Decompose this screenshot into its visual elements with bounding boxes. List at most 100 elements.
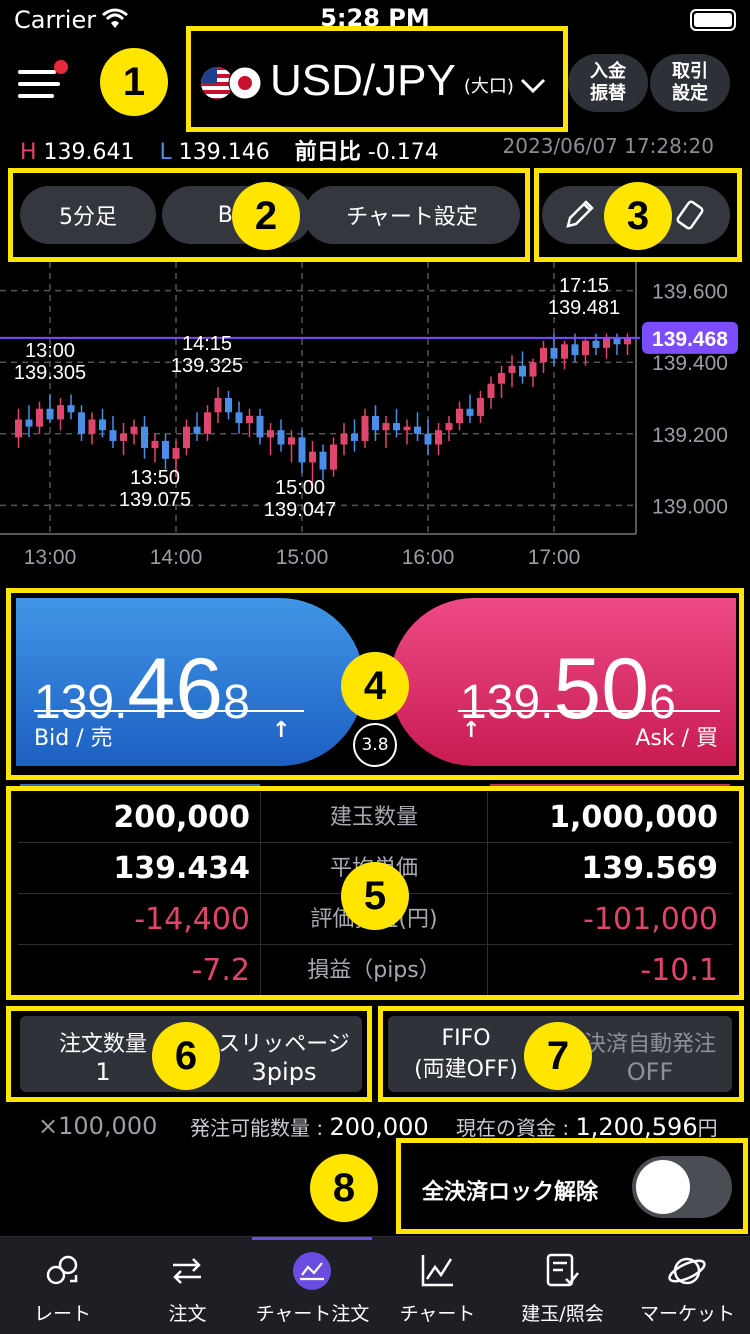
candle-body bbox=[78, 412, 85, 434]
candle-body bbox=[204, 412, 211, 434]
tab-rate[interactable]: レート bbox=[0, 1237, 125, 1334]
candle-body bbox=[498, 372, 505, 384]
candle-body bbox=[288, 437, 295, 445]
trade-settings-button[interactable]: 取引 設定 bbox=[650, 54, 730, 112]
candle-body bbox=[151, 440, 159, 449]
candle-body bbox=[298, 437, 306, 463]
annotation-label: 139.075 bbox=[119, 489, 191, 511]
current-price-label: 139.468 bbox=[652, 328, 728, 351]
candle-body bbox=[183, 426, 190, 449]
candle-body bbox=[193, 426, 201, 434]
candle-body bbox=[25, 419, 33, 427]
candle-body bbox=[162, 440, 169, 459]
chart-icon bbox=[421, 1255, 453, 1287]
y-tick-label: 139.400 bbox=[652, 352, 728, 375]
low-label: L bbox=[159, 140, 172, 165]
price-chart[interactable]: 13:00 14:00 15:00 16:00 17:00139.600139.4001… bbox=[0, 262, 750, 578]
annotation-label: 139.481 bbox=[548, 297, 620, 319]
candle-body bbox=[36, 408, 43, 427]
unit-multiplier: ×100,000 bbox=[38, 1112, 158, 1140]
chart-order-icon bbox=[293, 1252, 331, 1290]
marker-5: 5 bbox=[341, 862, 409, 930]
position-icon bbox=[546, 1253, 579, 1287]
candle-body bbox=[340, 433, 348, 445]
rate-icon bbox=[46, 1255, 78, 1285]
candle-body bbox=[372, 415, 379, 431]
candle-body bbox=[235, 412, 243, 424]
candle-body bbox=[214, 398, 222, 413]
high-label: H bbox=[20, 140, 37, 165]
candle-body bbox=[519, 365, 526, 377]
candle-body bbox=[414, 426, 421, 434]
menu-button[interactable] bbox=[18, 60, 68, 104]
candle-body bbox=[424, 433, 432, 445]
candle-body bbox=[487, 383, 495, 398]
current-funds: 現在の資金 : 1,200,596円 bbox=[456, 1113, 718, 1141]
candle-body bbox=[477, 398, 484, 416]
candle-body bbox=[130, 426, 138, 434]
x-tick-label: 16:00 bbox=[402, 546, 455, 569]
y-tick-label: 139.600 bbox=[652, 281, 728, 304]
candle-body bbox=[351, 433, 358, 441]
notification-dot bbox=[54, 60, 68, 74]
candle-body bbox=[508, 365, 516, 373]
x-tick-label: 15:00 bbox=[276, 546, 329, 569]
candle-body bbox=[403, 426, 411, 431]
marker-box-8 bbox=[396, 1138, 748, 1234]
annotation-label: 139.305 bbox=[14, 362, 86, 384]
battery-icon bbox=[690, 9, 736, 31]
tab-order[interactable]: 注文 bbox=[125, 1237, 250, 1334]
candle-body bbox=[582, 340, 589, 356]
orderable-quantity: 発注可能数量 : 200,000 bbox=[190, 1113, 429, 1141]
change-value: -0.174 bbox=[367, 140, 439, 165]
candle-body bbox=[172, 448, 180, 459]
annotation-label: 13:50 bbox=[130, 467, 180, 489]
candle-body bbox=[267, 430, 274, 438]
candle-body bbox=[361, 415, 369, 441]
candle-body bbox=[540, 347, 547, 363]
tab-chart[interactable]: チャート bbox=[375, 1237, 500, 1334]
candle-body bbox=[277, 430, 285, 445]
x-tick-label: 13:00 bbox=[24, 546, 77, 569]
tab-chart-order[interactable]: チャート注文 bbox=[250, 1237, 375, 1334]
annotation-label: 15:00 bbox=[275, 477, 325, 499]
candle-body bbox=[393, 423, 400, 431]
candle-body bbox=[109, 430, 117, 441]
candle-body bbox=[46, 408, 54, 420]
candle-body bbox=[319, 451, 327, 470]
y-tick-label: 139.200 bbox=[652, 424, 728, 447]
marker-box-1 bbox=[186, 26, 568, 132]
x-tick-label: 17:00 bbox=[528, 546, 581, 569]
market-icon bbox=[668, 1257, 706, 1285]
candle-body bbox=[309, 451, 316, 463]
bottom-tab-bar: レート 注文 チャート注文 チャート 建玉/照会 マーケット bbox=[0, 1236, 750, 1334]
candle-body bbox=[99, 419, 106, 431]
marker-6: 6 bbox=[152, 1022, 220, 1090]
candle-body bbox=[57, 405, 64, 420]
candle-body bbox=[571, 344, 579, 356]
marker-7: 7 bbox=[524, 1022, 592, 1090]
candle-body bbox=[141, 426, 148, 449]
change-label: 前日比 bbox=[294, 140, 361, 165]
candle-body bbox=[88, 419, 96, 434]
marker-4: 4 bbox=[341, 652, 409, 720]
candle-body bbox=[466, 408, 474, 416]
low-value: 139.146 bbox=[178, 140, 270, 165]
candle-body bbox=[435, 430, 442, 445]
candle-body bbox=[445, 423, 453, 431]
tab-positions[interactable]: 建玉/照会 bbox=[500, 1237, 625, 1334]
annotation-label: 14:15 bbox=[182, 333, 232, 355]
candle-body bbox=[561, 344, 568, 359]
candle-body bbox=[550, 347, 558, 359]
tab-market[interactable]: マーケット bbox=[625, 1237, 750, 1334]
candle-body bbox=[67, 405, 75, 413]
candle-body bbox=[330, 444, 337, 470]
candle-body bbox=[120, 433, 127, 441]
marker-2: 2 bbox=[232, 182, 300, 250]
quote-timestamp: 2023/06/07 17:28:20 bbox=[502, 134, 714, 158]
annotation-label: 139.047 bbox=[264, 499, 336, 521]
deposit-transfer-button[interactable]: 入金 振替 bbox=[568, 54, 648, 112]
annotation-label: 13:00 bbox=[25, 340, 75, 362]
candle-body bbox=[592, 340, 600, 348]
x-tick-label: 14:00 bbox=[150, 546, 203, 569]
